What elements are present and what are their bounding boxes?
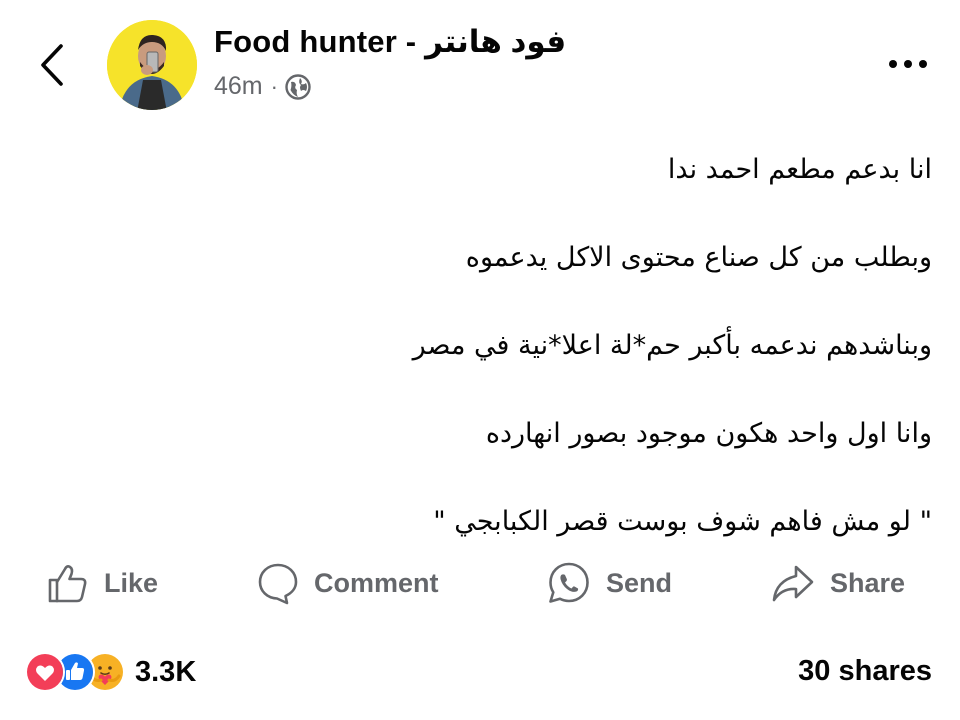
meta-separator: · (270, 73, 278, 99)
shares-count[interactable]: 30 shares (798, 655, 932, 688)
post-text-line: وانا اول واحد هكون موجود بصور انهارده (485, 418, 932, 449)
post-stats: 3.3K 30 shares (0, 645, 960, 701)
comment-label: Comment (314, 567, 439, 598)
like-button[interactable]: Like (46, 555, 158, 611)
post-text-line: انا بدعم مطعم احمد ندا (667, 154, 932, 185)
share-button[interactable]: Share (770, 555, 905, 611)
post-actions-bar: Like Comment Send Share (0, 555, 960, 611)
post-time[interactable]: 46m (214, 72, 263, 101)
send-label: Send (606, 567, 673, 598)
comment-button[interactable]: Comment (256, 555, 439, 611)
post-text-line: وبناشدهم ندعمه بأكبر حم*لة اعلا*نية في م… (412, 330, 932, 361)
like-label: Like (104, 567, 159, 598)
thumbs-up-icon (48, 565, 87, 603)
reactions-summary[interactable]: 3.3K (25, 652, 196, 692)
back-button[interactable] (34, 40, 74, 90)
post-meta: 46m · (214, 72, 312, 101)
reactions-count: 3.3K (135, 655, 197, 688)
post-text-line: وبطلب من كل صناع محتوى الاكل يدعموه (465, 242, 932, 273)
share-label: Share (830, 567, 906, 598)
share-arrow-icon (772, 565, 814, 602)
comment-bubble-icon (258, 563, 298, 605)
chevron-left-icon (41, 44, 63, 86)
more-options-button[interactable] (884, 52, 932, 76)
more-dots-icon (889, 60, 927, 68)
send-button[interactable]: Send (546, 555, 672, 611)
author-name[interactable]: Food hunter - فود هانتر (214, 24, 566, 60)
avatar-photo (107, 20, 197, 110)
love-reaction-icon (25, 652, 65, 692)
post-text: انا بدعم مطعم احمد ندا وبطلب من كل صناع … (132, 148, 932, 588)
globe-icon (284, 73, 312, 101)
author-avatar[interactable] (107, 20, 197, 110)
whatsapp-icon (549, 562, 589, 603)
